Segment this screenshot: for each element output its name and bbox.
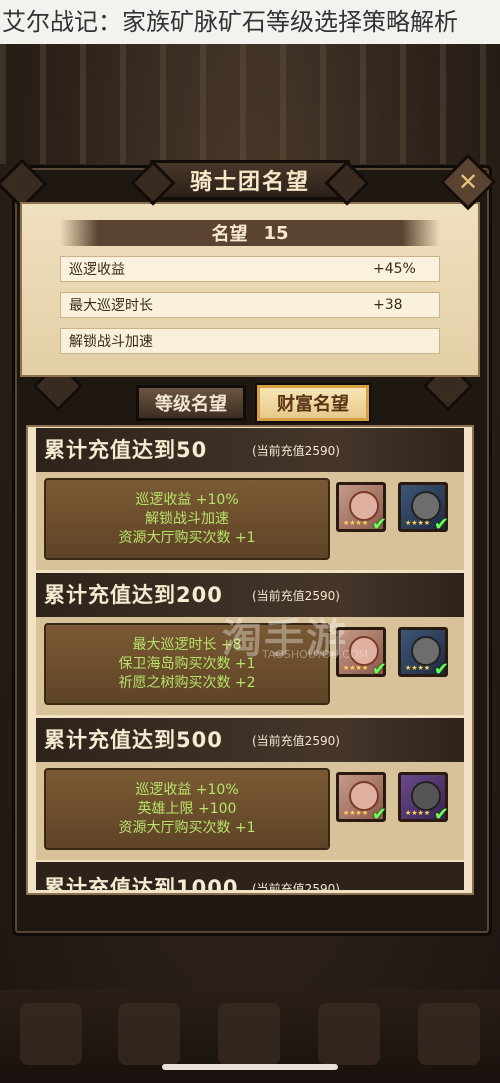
- reputation-row-value: +38: [373, 297, 403, 313]
- tier-title: 累计充值达到50: [44, 438, 208, 462]
- tier-current-recharge: (当前充值2590): [252, 882, 340, 890]
- reward-item: 祈愿之树购买次数 +2: [118, 674, 256, 691]
- reputation-label: 名望: [211, 224, 248, 245]
- nav-slot-icon[interactable]: [118, 1003, 180, 1065]
- check-icon: ✔: [371, 804, 387, 825]
- tier-header: 累计充值达到500 (当前充值2590): [36, 718, 464, 764]
- nav-slot-icon[interactable]: [418, 1003, 480, 1065]
- reward-item: 巡逻收益 +10%: [135, 781, 239, 798]
- reputation-row-value: +45%: [373, 261, 416, 277]
- nav-slot-icon[interactable]: [20, 1003, 82, 1065]
- hero-portrait[interactable]: ★★★★ ✔: [336, 482, 387, 535]
- hero-portrait[interactable]: ★★★★ ✔: [398, 772, 449, 825]
- star-rating-icon: ★★★★: [343, 664, 369, 672]
- tab-wealth-reputation[interactable]: 财富名望: [257, 385, 369, 421]
- star-rating-icon: ★★★★: [405, 809, 431, 817]
- tier-body: 巡逻收益 +10% 解锁战斗加速 资源大厅购买次数 +1 ★★★★ ✔ ★★★★ ✔: [36, 472, 464, 570]
- reputation-row: 最大巡逻时长 +38: [60, 292, 440, 318]
- background-decoration: [0, 44, 500, 164]
- check-icon: ✔: [433, 514, 449, 535]
- home-indicator[interactable]: [162, 1064, 338, 1070]
- reward-item: 巡逻收益 +10%: [135, 491, 239, 508]
- close-icon: ✕: [457, 168, 479, 196]
- star-rating-icon: ★★★★: [405, 664, 431, 672]
- star-rating-icon: ★★★★: [405, 519, 431, 527]
- reputation-level-header: 名望 15: [60, 220, 440, 246]
- reward-tier: 累计充值达到1000 (当前充值2590): [36, 862, 464, 890]
- reward-tier: 累计充值达到500 (当前充值2590) 巡逻收益 +10% 英雄上限 +100…: [36, 718, 464, 863]
- reputation-row-label: 解锁战斗加速: [69, 334, 153, 350]
- reward-list: 巡逻收益 +10% 解锁战斗加速 资源大厅购买次数 +1: [44, 478, 330, 560]
- reward-item: 解锁战斗加速: [145, 510, 229, 527]
- watermark-url: TAOSHOUYOU.COM: [262, 648, 368, 661]
- nav-slot-icon[interactable]: [318, 1003, 380, 1065]
- tier-body: 巡逻收益 +10% 英雄上限 +100 资源大厅购买次数 +1 ★★★★ ✔ ★★…: [36, 762, 464, 860]
- article-caption: 艾尔战记：家族矿脉矿石等级选择策略解析: [0, 0, 500, 44]
- check-icon: ✔: [433, 804, 449, 825]
- nav-slot-icon[interactable]: [218, 1003, 280, 1065]
- hero-portrait[interactable]: ★★★★ ✔: [398, 482, 449, 535]
- tier-current-recharge: (当前充值2590): [252, 589, 340, 603]
- reward-item: 资源大厅购买次数 +1: [118, 529, 256, 546]
- check-icon: ✔: [371, 514, 387, 535]
- reputation-level: 15: [263, 222, 289, 244]
- reputation-row: 解锁战斗加速: [60, 328, 440, 354]
- tier-title: 累计充值达到200: [44, 583, 223, 607]
- reward-list: 巡逻收益 +10% 英雄上限 +100 资源大厅购买次数 +1: [44, 768, 330, 850]
- tier-title: 累计充值达到1000: [44, 876, 239, 890]
- star-rating-icon: ★★★★: [343, 519, 369, 527]
- tier-current-recharge: (当前充值2590): [252, 734, 340, 748]
- reward-item: 资源大厅购买次数 +1: [118, 819, 256, 836]
- star-rating-icon: ★★★★: [343, 809, 369, 817]
- reward-item: 英雄上限 +100: [137, 800, 237, 817]
- reward-tier: 累计充值达到50 (当前充值2590) 巡逻收益 +10% 解锁战斗加速 资源大…: [36, 428, 464, 573]
- reputation-row: 巡逻收益 +45%: [60, 256, 440, 282]
- hero-portrait[interactable]: ★★★★ ✔: [398, 627, 449, 680]
- tab-level-reputation[interactable]: 等级名望: [136, 385, 246, 421]
- tier-title: 累计充值达到500: [44, 728, 223, 752]
- reputation-row-label: 巡逻收益: [69, 262, 125, 278]
- tier-current-recharge: (当前充值2590): [252, 444, 340, 458]
- dialog-title: 骑士团名望: [150, 160, 350, 200]
- hero-portrait[interactable]: ★★★★ ✔: [336, 772, 387, 825]
- tier-header: 累计充值达到50 (当前充值2590): [36, 428, 464, 474]
- check-icon: ✔: [433, 659, 449, 680]
- reputation-row-label: 最大巡逻时长: [69, 298, 153, 314]
- check-icon: ✔: [371, 659, 387, 680]
